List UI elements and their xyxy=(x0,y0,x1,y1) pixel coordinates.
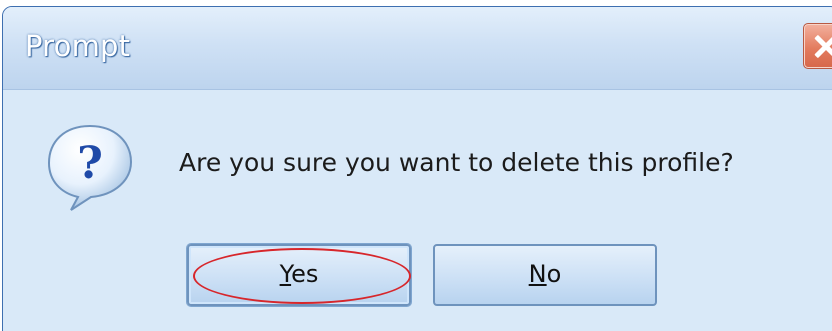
yes-button[interactable]: Yes xyxy=(187,244,411,306)
dialog-body: ? Are you sure you want to delete this p… xyxy=(3,90,832,331)
svg-text:?: ? xyxy=(77,138,103,189)
no-button[interactable]: No xyxy=(433,244,657,306)
close-icon[interactable] xyxy=(803,23,832,69)
confirmation-message: Are you sure you want to delete this pro… xyxy=(179,148,734,177)
no-mnemonic: N xyxy=(528,260,547,288)
no-label: o xyxy=(546,260,562,288)
screenshot-stage: Prompt ? Are you sure you want to delete… xyxy=(0,0,832,331)
question-icon: ? xyxy=(47,124,133,211)
title-bar: Prompt xyxy=(3,7,832,90)
yes-label: es xyxy=(291,260,319,288)
yes-mnemonic: Y xyxy=(279,260,292,288)
prompt-dialog: Prompt ? Are you sure you want to delete… xyxy=(2,6,832,331)
window-title: Prompt xyxy=(25,29,131,63)
